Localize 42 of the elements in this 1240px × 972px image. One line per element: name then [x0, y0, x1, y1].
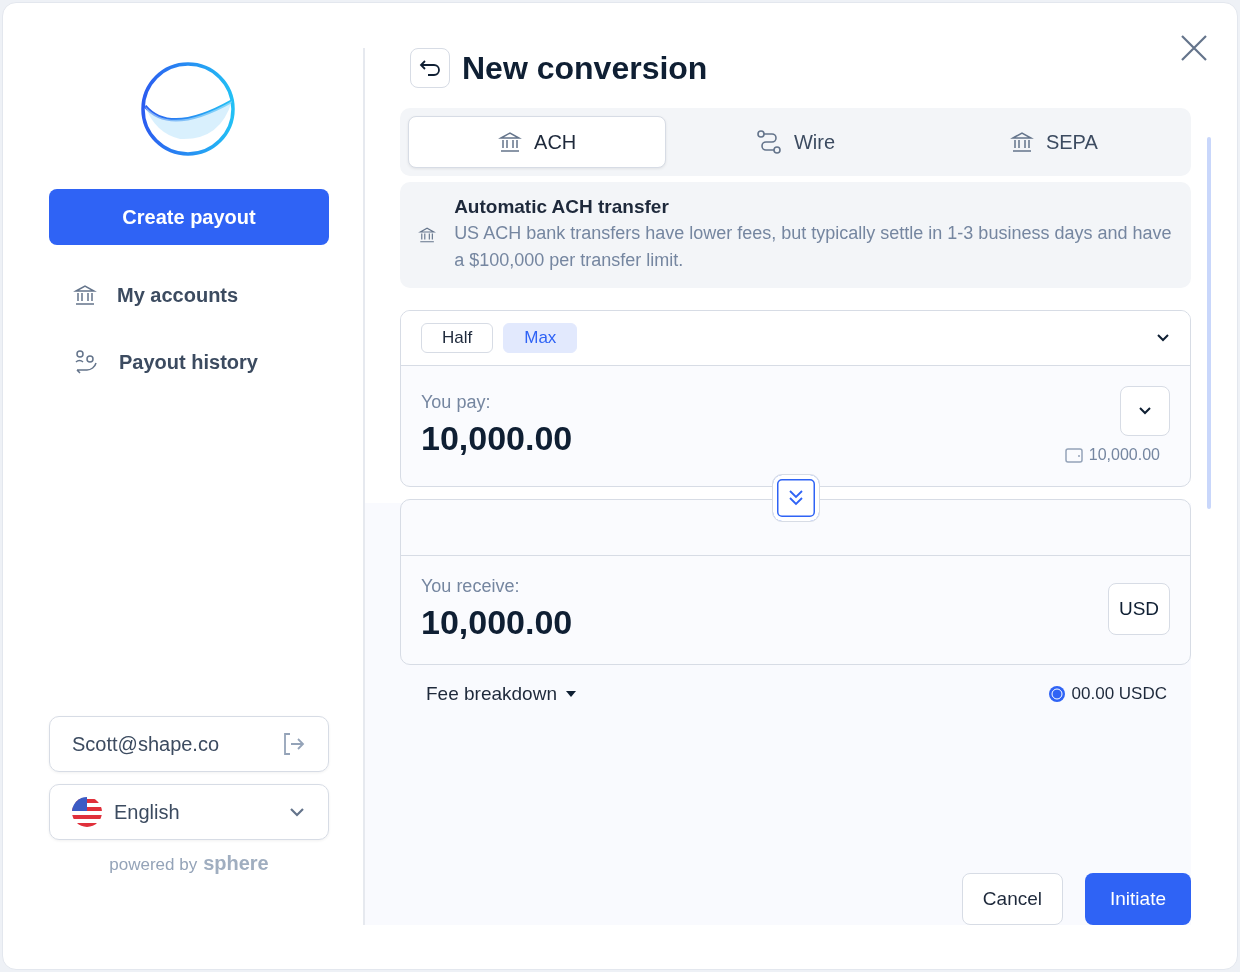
bank-icon — [1009, 130, 1034, 154]
chevron-down-icon[interactable] — [1154, 332, 1172, 344]
currency-button[interactable]: USD — [1108, 583, 1170, 635]
nav-item[interactable]: Payout history — [73, 349, 329, 375]
fee-amount: 00.00 USDC — [1071, 684, 1167, 704]
info-title: Automatic ACH transfer — [454, 196, 670, 218]
route-icon — [755, 129, 782, 155]
create-payout-button[interactable]: Create payout — [49, 189, 329, 245]
brand-name: sphere — [203, 852, 269, 875]
scrollbar[interactable] — [1207, 137, 1211, 509]
bank-icon — [498, 130, 523, 154]
back-arrow-icon — [418, 58, 442, 78]
info-text: US ACH bank transfers have lower fees, but typically settle in 1-3 business days and have a $100,000 per transfer limit. — [454, 222, 1173, 272]
us-flag-icon — [72, 797, 102, 827]
preset-chip[interactable]: Max — [503, 323, 578, 353]
balance-amount: 10,000.00 — [1088, 446, 1160, 464]
cancel-button[interactable]: Cancel — [961, 873, 1063, 925]
people-hand-icon — [73, 349, 99, 375]
nav-item[interactable]: My accounts — [73, 283, 329, 307]
language-dropdown[interactable]: English — [49, 784, 329, 840]
caret-down-icon — [564, 690, 577, 698]
pay-amount: 10,000.00 — [421, 419, 573, 458]
receive-amount: 10,000.00 — [421, 603, 573, 642]
swap-button[interactable] — [772, 474, 820, 522]
powered-by-text: powered by — [109, 855, 198, 875]
preset-chip[interactable]: Half — [421, 323, 494, 353]
tab[interactable]: Wire — [666, 116, 925, 168]
chevron-down-icon — [1137, 406, 1153, 416]
tab[interactable]: ACH — [408, 116, 667, 168]
chevron-down-icon — [288, 806, 306, 818]
wallet-icon — [1064, 447, 1083, 463]
close-button[interactable] — [1179, 33, 1209, 63]
back-button[interactable] — [410, 48, 450, 88]
pay-label: You pay: — [421, 392, 492, 413]
account-field[interactable]: Scott@shape.co — [49, 716, 329, 772]
bank-icon — [73, 283, 97, 307]
initiate-button[interactable]: Initiate — [1085, 873, 1191, 925]
coin-icon — [1047, 685, 1066, 703]
page-title: New conversion — [462, 49, 708, 87]
receive-label: You receive: — [421, 576, 521, 597]
fee-breakdown-toggle[interactable]: Fee breakdown — [426, 683, 577, 705]
tab[interactable]: SEPA — [924, 116, 1183, 168]
